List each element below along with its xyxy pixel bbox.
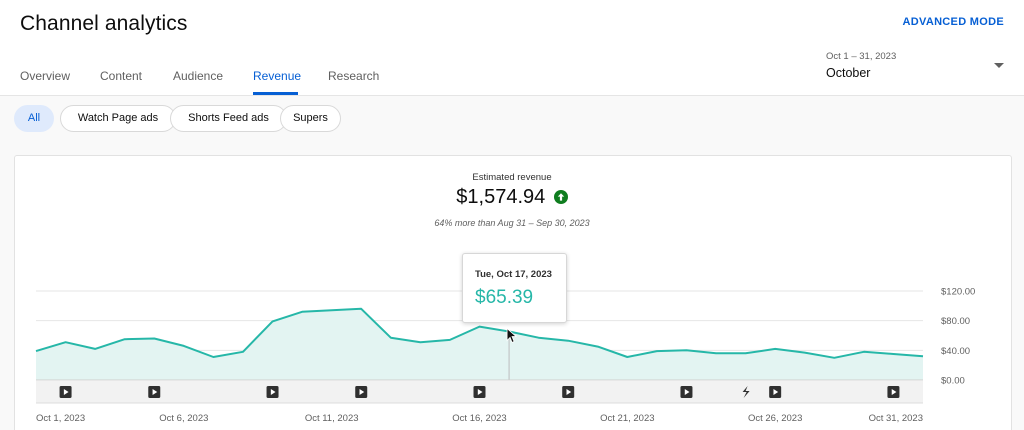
data-point <box>123 337 127 341</box>
data-point <box>389 336 393 340</box>
data-point <box>832 356 836 360</box>
data-point <box>182 344 186 348</box>
data-point <box>448 338 452 342</box>
data-point <box>862 350 866 354</box>
x-tick-label: Oct 11, 2023 <box>305 413 359 424</box>
x-tick-label: Oct 31, 2023 <box>869 413 923 424</box>
data-point <box>596 345 600 349</box>
data-point <box>803 351 807 355</box>
data-point <box>330 308 334 312</box>
tooltip-value: $65.39 <box>475 287 534 308</box>
data-point <box>921 354 925 358</box>
data-point <box>684 348 688 352</box>
data-point <box>241 350 245 354</box>
x-tick-label: Oct 21, 2023 <box>600 413 654 424</box>
data-point <box>537 336 541 340</box>
data-point <box>773 347 777 351</box>
x-tick-label: Oct 26, 2023 <box>748 413 802 424</box>
data-point <box>211 355 215 359</box>
tooltip-date: Tue, Oct 17, 2023 <box>475 269 552 280</box>
data-point <box>478 325 482 329</box>
data-point <box>744 351 748 355</box>
data-point <box>64 340 68 344</box>
chart-tooltip: Tue, Oct 17, 2023 $65.39 <box>462 253 567 323</box>
x-tick-label: Oct 6, 2023 <box>159 413 208 424</box>
data-point <box>300 310 304 314</box>
data-point <box>93 347 97 351</box>
data-point <box>655 349 659 353</box>
x-tick-label: Oct 16, 2023 <box>452 413 506 424</box>
data-point <box>271 319 275 323</box>
y-tick-label: $0.00 <box>941 376 965 387</box>
y-tick-label: $80.00 <box>941 316 970 327</box>
x-tick-label: Oct 1, 2023 <box>36 413 85 424</box>
data-point <box>891 352 895 356</box>
data-point <box>152 336 156 340</box>
y-tick-label: $40.00 <box>941 346 970 357</box>
y-tick-label: $120.00 <box>941 287 975 298</box>
revenue-chart[interactable]: $120.00 $80.00 $40.00 $0.00 Oct 1, 2023 Oct 6… <box>0 0 1024 430</box>
data-point <box>566 339 570 343</box>
data-point <box>714 351 718 355</box>
data-point <box>625 355 629 359</box>
data-point <box>34 349 38 353</box>
data-point <box>359 307 363 311</box>
data-point <box>418 340 422 344</box>
